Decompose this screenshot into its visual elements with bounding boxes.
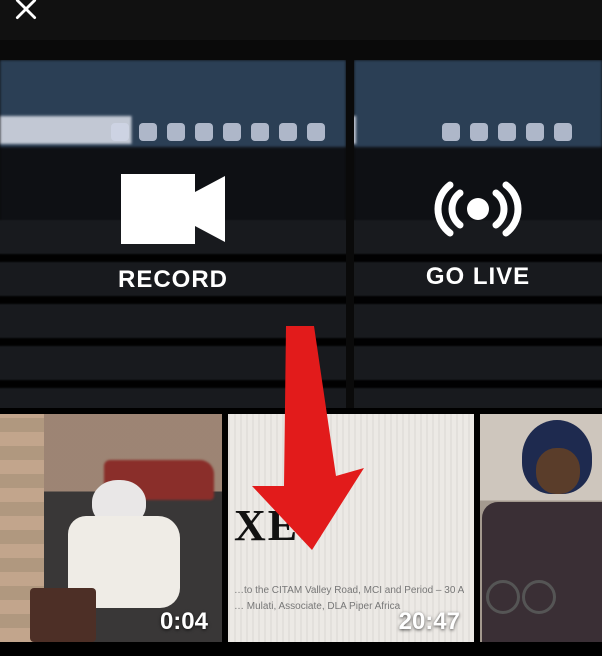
header-bar — [0, 0, 602, 40]
doc-title-fragment: XES — [234, 500, 326, 551]
gallery-thumb[interactable]: 0:04 — [0, 414, 222, 642]
record-label: RECORD — [118, 266, 228, 294]
video-camera-icon — [121, 174, 225, 244]
doc-subtitle: …to the CITAM Valley Road, MCI and Perio… — [234, 585, 464, 596]
record-tile[interactable]: RECORD — [0, 60, 346, 408]
gallery-thumb[interactable]: XES …to the CITAM Valley Road, MCI and P… — [228, 414, 474, 642]
broadcast-icon — [430, 177, 526, 241]
close-icon — [13, 9, 39, 26]
camera-action-row: RECORD GO LIVE — [0, 40, 602, 408]
gallery-thumb[interactable] — [480, 414, 602, 642]
video-duration: 20:47 — [399, 608, 460, 636]
close-button[interactable] — [13, 0, 43, 26]
video-duration: 0:04 — [160, 608, 208, 636]
gallery-row: 0:04 XES …to the CITAM Valley Road, MCI … — [0, 414, 602, 642]
go-live-tile[interactable]: GO LIVE — [354, 60, 602, 408]
go-live-label: GO LIVE — [426, 263, 530, 291]
